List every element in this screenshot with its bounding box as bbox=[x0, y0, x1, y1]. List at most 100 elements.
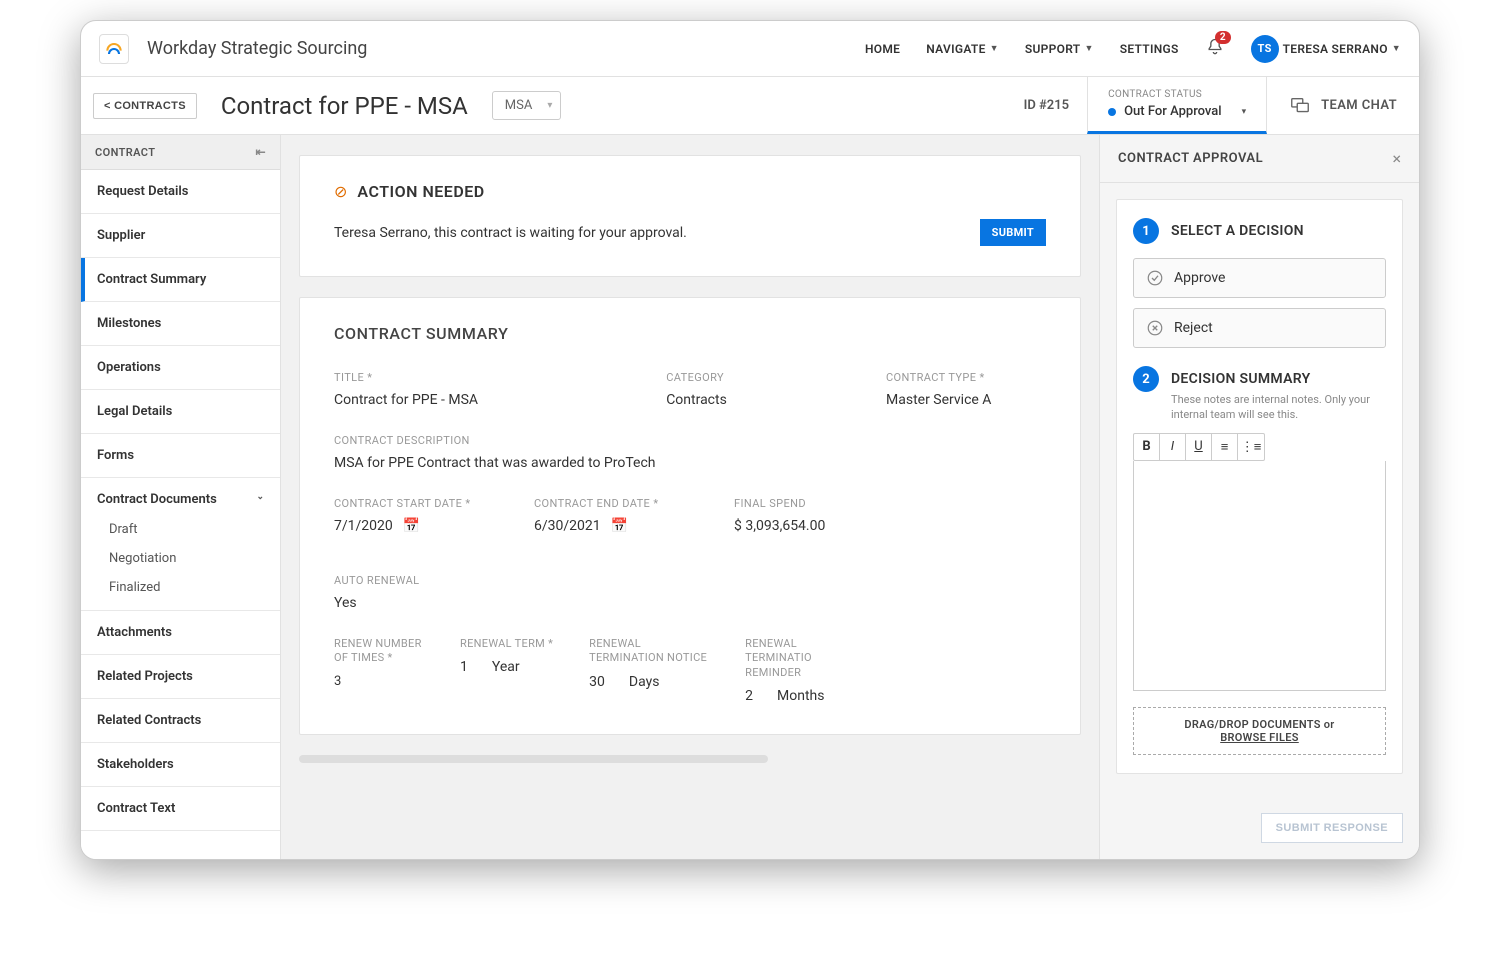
collapse-icon[interactable]: ⇤ bbox=[256, 145, 266, 159]
sidebar-item-related-contracts[interactable]: Related Contracts bbox=[81, 699, 280, 743]
top-navigation: HOME NAVIGATE▼ SUPPORT▼ SETTINGS 2 TS TE… bbox=[865, 35, 1401, 63]
sidebar-item-supplier[interactable]: Supplier bbox=[81, 214, 280, 258]
renewal-reminder-num: 2 bbox=[745, 688, 753, 704]
sidebar-item-milestones[interactable]: Milestones bbox=[81, 302, 280, 346]
sidebar-heading-label: CONTRACT bbox=[95, 146, 155, 159]
action-needed-card: ⊘ ACTION NEEDED Teresa Serrano, this con… bbox=[299, 155, 1081, 277]
sidebar-heading: CONTRACT ⇤ bbox=[81, 135, 280, 170]
check-circle-icon bbox=[1146, 269, 1164, 287]
sidebar-item-contract-text[interactable]: Contract Text bbox=[81, 787, 280, 831]
step-2-label: DECISION SUMMARY bbox=[1171, 371, 1310, 387]
user-menu[interactable]: TS TERESA SERRANO ▼ bbox=[1251, 35, 1401, 63]
sidebar-item-contract-summary[interactable]: Contract Summary bbox=[81, 258, 280, 302]
step-1-badge: 1 bbox=[1133, 218, 1159, 244]
end-date-label: CONTRACT END DATE * bbox=[534, 497, 694, 510]
sidebar-item-forms[interactable]: Forms bbox=[81, 434, 280, 478]
nav-settings[interactable]: SETTINGS bbox=[1120, 42, 1179, 56]
nav-settings-label: SETTINGS bbox=[1120, 42, 1179, 56]
italic-button[interactable]: I bbox=[1160, 434, 1186, 460]
approval-panel-title: CONTRACT APPROVAL bbox=[1118, 151, 1263, 166]
unordered-list-button[interactable]: ⋮≡ bbox=[1238, 434, 1264, 460]
renewal-notice-label: RENEWAL TERMINATION NOTICE bbox=[589, 637, 709, 666]
chevron-down-icon: ▼ bbox=[1392, 43, 1401, 54]
sidebar: CONTRACT ⇤ Request Details Supplier Cont… bbox=[81, 135, 281, 859]
chevron-down-icon: ▾ bbox=[1242, 107, 1247, 117]
reject-label: Reject bbox=[1174, 320, 1213, 336]
renewal-notice-num: 30 bbox=[589, 674, 605, 690]
file-dropzone[interactable]: DRAG/DROP DOCUMENTS or BROWSE FILES bbox=[1133, 707, 1386, 755]
start-date-value[interactable]: 7/1/2020 bbox=[334, 518, 393, 534]
renew-times-value: 3 bbox=[334, 674, 424, 689]
sidebar-item-related-projects[interactable]: Related Projects bbox=[81, 655, 280, 699]
workday-logo bbox=[99, 34, 129, 64]
sidebar-item-legal-details[interactable]: Legal Details bbox=[81, 390, 280, 434]
contract-documents-label: Contract Documents bbox=[97, 492, 217, 507]
editor-toolbar: B I U ≡ ⋮≡ bbox=[1133, 433, 1265, 461]
contract-type-value: MSA bbox=[505, 98, 533, 113]
end-date-value[interactable]: 6/30/2021 bbox=[534, 518, 601, 534]
bold-button[interactable]: B bbox=[1134, 434, 1160, 460]
sidebar-item-request-details[interactable]: Request Details bbox=[81, 170, 280, 214]
renewal-reminder-unit: Months bbox=[777, 688, 824, 704]
type-label: CONTRACT TYPE * bbox=[886, 371, 1046, 384]
contract-id: ID #215 bbox=[1024, 98, 1070, 113]
chevron-down-icon: ▼ bbox=[1084, 43, 1093, 54]
nav-navigate[interactable]: NAVIGATE▼ bbox=[926, 42, 999, 56]
team-chat-button[interactable]: TEAM CHAT bbox=[1267, 95, 1419, 117]
auto-renewal-value: Yes bbox=[334, 595, 494, 611]
step-2-badge: 2 bbox=[1133, 366, 1159, 392]
decision-summary-editor[interactable] bbox=[1133, 461, 1386, 691]
description-value: MSA for PPE Contract that was awarded to… bbox=[334, 455, 1046, 471]
sidebar-item-operations[interactable]: Operations bbox=[81, 346, 280, 390]
submit-button[interactable]: SUBMIT bbox=[980, 219, 1046, 246]
status-dot-icon bbox=[1108, 108, 1116, 116]
chevron-down-icon: ▼ bbox=[990, 43, 999, 54]
sidebar-item-attachments[interactable]: Attachments bbox=[81, 611, 280, 655]
start-date-label: CONTRACT START DATE * bbox=[334, 497, 494, 510]
nav-support-label: SUPPORT bbox=[1025, 42, 1081, 56]
notifications-badge: 2 bbox=[1215, 31, 1231, 44]
underline-button[interactable]: U bbox=[1186, 434, 1212, 460]
approval-panel: CONTRACT APPROVAL × 1 SELECT A DECISION … bbox=[1099, 135, 1419, 859]
summary-heading: CONTRACT SUMMARY bbox=[334, 324, 1046, 343]
contract-summary-card: CONTRACT SUMMARY TITLE * Contract for PP… bbox=[299, 297, 1081, 735]
approve-button[interactable]: Approve bbox=[1133, 258, 1386, 298]
brand-title: Workday Strategic Sourcing bbox=[147, 38, 367, 59]
contract-type-select[interactable]: MSA bbox=[492, 91, 562, 120]
nav-support[interactable]: SUPPORT▼ bbox=[1025, 42, 1094, 56]
horizontal-scrollbar[interactable] bbox=[299, 755, 768, 763]
sidebar-sub-finalized[interactable]: Finalized bbox=[81, 573, 280, 602]
renewal-term-label: RENEWAL TERM * bbox=[460, 637, 553, 651]
page-title: Contract for PPE - MSA bbox=[221, 92, 468, 120]
notifications-button[interactable]: 2 bbox=[1205, 37, 1225, 61]
spend-value: $ 3,093,654.00 bbox=[734, 518, 894, 534]
reject-button[interactable]: Reject bbox=[1133, 308, 1386, 348]
user-name-label: TERESA SERRANO bbox=[1283, 42, 1388, 56]
main-content: ⊘ ACTION NEEDED Teresa Serrano, this con… bbox=[281, 135, 1099, 859]
status-caption: CONTRACT STATUS bbox=[1108, 89, 1246, 100]
calendar-icon[interactable]: 📅 bbox=[611, 518, 628, 534]
ordered-list-button[interactable]: ≡ bbox=[1212, 434, 1238, 460]
submit-response-button[interactable]: SUBMIT RESPONSE bbox=[1261, 813, 1403, 843]
type-value: Master Service A bbox=[886, 392, 1046, 408]
renewal-term-num: 1 bbox=[460, 659, 468, 675]
back-to-contracts-button[interactable]: < CONTRACTS bbox=[93, 93, 197, 119]
sidebar-sub-draft[interactable]: Draft bbox=[81, 515, 280, 544]
renew-times-label: RENEW NUMBER OF TIMES * bbox=[334, 637, 424, 666]
contract-status-dropdown[interactable]: CONTRACT STATUS Out For Approval ▾ bbox=[1087, 77, 1267, 134]
action-message: Teresa Serrano, this contract is waiting… bbox=[334, 225, 687, 241]
status-text: Out For Approval bbox=[1124, 104, 1221, 119]
sidebar-item-stakeholders[interactable]: Stakeholders bbox=[81, 743, 280, 787]
sidebar-item-contract-documents[interactable]: Contract Documents ⌄ bbox=[81, 478, 280, 515]
sidebar-sub-negotiation[interactable]: Negotiation bbox=[81, 544, 280, 573]
close-icon[interactable]: × bbox=[1392, 149, 1401, 168]
renewal-notice-unit: Days bbox=[629, 674, 660, 690]
alert-icon: ⊘ bbox=[334, 182, 347, 201]
calendar-icon[interactable]: 📅 bbox=[403, 518, 420, 534]
avatar: TS bbox=[1251, 35, 1279, 63]
chevron-down-icon: ⌄ bbox=[256, 492, 264, 507]
nav-home[interactable]: HOME bbox=[865, 42, 900, 56]
team-chat-label: TEAM CHAT bbox=[1321, 98, 1397, 113]
browse-files-link[interactable]: BROWSE FILES bbox=[1220, 731, 1299, 744]
nav-home-label: HOME bbox=[865, 42, 900, 56]
